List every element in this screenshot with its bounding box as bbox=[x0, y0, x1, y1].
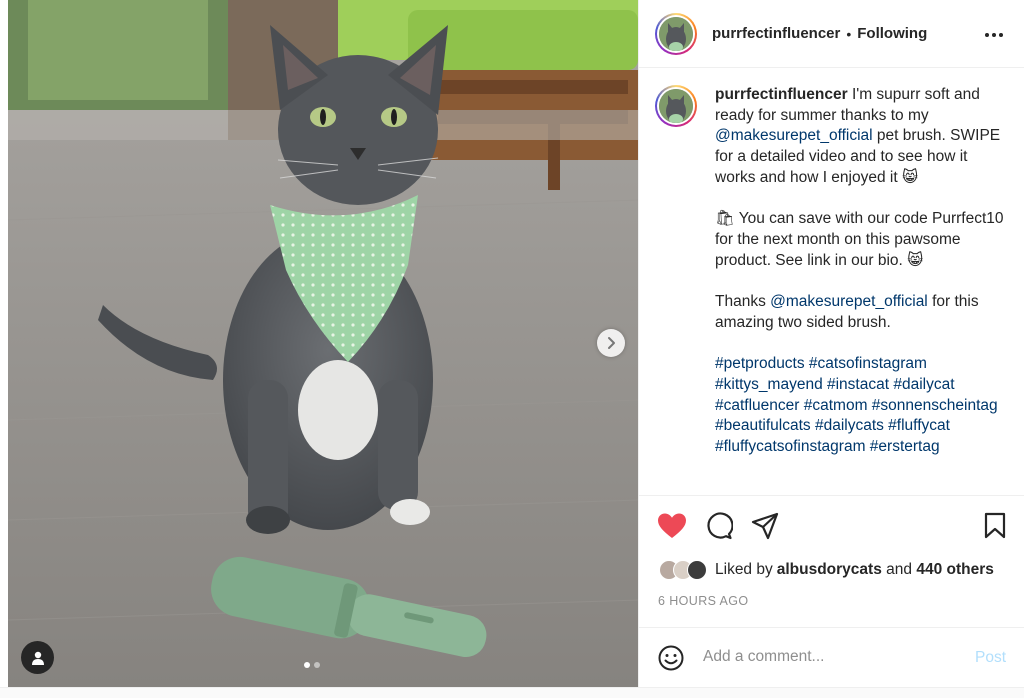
page-bottom-edge bbox=[0, 687, 1024, 698]
post-sidebar: purrfectinfluencer • Following purrfecti… bbox=[638, 0, 1024, 687]
carousel-dot bbox=[314, 662, 320, 668]
post-photo bbox=[8, 0, 638, 687]
likes-summary: Liked by albusdorycats and 440 others bbox=[659, 560, 994, 580]
header-separator: • bbox=[846, 25, 852, 42]
carousel-indicator bbox=[304, 662, 320, 668]
post-timestamp[interactable]: 6 HOURS AGO bbox=[658, 594, 749, 608]
comment-input[interactable] bbox=[703, 648, 953, 666]
emoji-icon bbox=[658, 645, 684, 671]
user-tag-icon bbox=[31, 651, 44, 665]
action-bar bbox=[639, 495, 1024, 555]
chevron-right-icon bbox=[608, 337, 615, 349]
carousel-dot-active bbox=[304, 662, 310, 668]
more-horizontal-icon bbox=[985, 33, 1003, 37]
post-header: purrfectinfluencer • Following bbox=[639, 0, 1024, 68]
caption-story-ring[interactable] bbox=[655, 85, 697, 127]
caption-scroll-area[interactable]: purrfectinfluencer I'm supurr soft and r… bbox=[639, 69, 1024, 495]
post-comment-button[interactable]: Post bbox=[975, 649, 1006, 667]
story-ring[interactable] bbox=[655, 12, 697, 55]
header-username[interactable]: purrfectinfluencer bbox=[712, 25, 840, 42]
following-button[interactable]: Following bbox=[857, 25, 927, 42]
avatar bbox=[659, 16, 693, 51]
bookmark-icon bbox=[984, 512, 1006, 539]
more-options-button[interactable] bbox=[984, 22, 1004, 43]
share-icon bbox=[751, 512, 779, 540]
likes-count[interactable]: 440 others bbox=[916, 561, 994, 579]
likes-prefix: Liked by bbox=[715, 561, 773, 578]
emoji-button[interactable] bbox=[658, 645, 684, 676]
caption-mention-2[interactable]: @makesurepet_official bbox=[770, 293, 928, 310]
caption: purrfectinfluencer I'm supurr soft and r… bbox=[655, 85, 1008, 458]
caption-text: purrfectinfluencer I'm supurr soft and r… bbox=[715, 85, 1005, 458]
liker-avatar bbox=[687, 560, 707, 580]
caption-avatar bbox=[659, 89, 693, 123]
caption-username[interactable]: purrfectinfluencer bbox=[715, 86, 848, 103]
caption-body-2: pet brush. SWIPE for a detailed video an… bbox=[715, 127, 1004, 311]
like-button[interactable] bbox=[657, 512, 687, 545]
tagged-users-button[interactable] bbox=[21, 641, 54, 674]
caption-hashtags[interactable]: #petproducts #catsofinstagram #kittys_ma… bbox=[715, 355, 1002, 455]
heart-icon bbox=[658, 513, 686, 538]
save-button[interactable] bbox=[983, 512, 1007, 545]
likes-middle: and bbox=[881, 561, 917, 578]
comment-bar: Post bbox=[639, 627, 1024, 687]
liked-by-user[interactable]: albusdorycats bbox=[777, 561, 882, 579]
share-button[interactable] bbox=[751, 512, 779, 545]
next-slide-button[interactable] bbox=[597, 329, 625, 357]
comment-icon bbox=[707, 512, 734, 540]
comment-button[interactable] bbox=[705, 512, 734, 545]
post-media[interactable] bbox=[8, 0, 638, 687]
caption-mention-1[interactable]: @makesurepet_official bbox=[715, 127, 873, 144]
liker-avatars[interactable] bbox=[659, 560, 707, 580]
